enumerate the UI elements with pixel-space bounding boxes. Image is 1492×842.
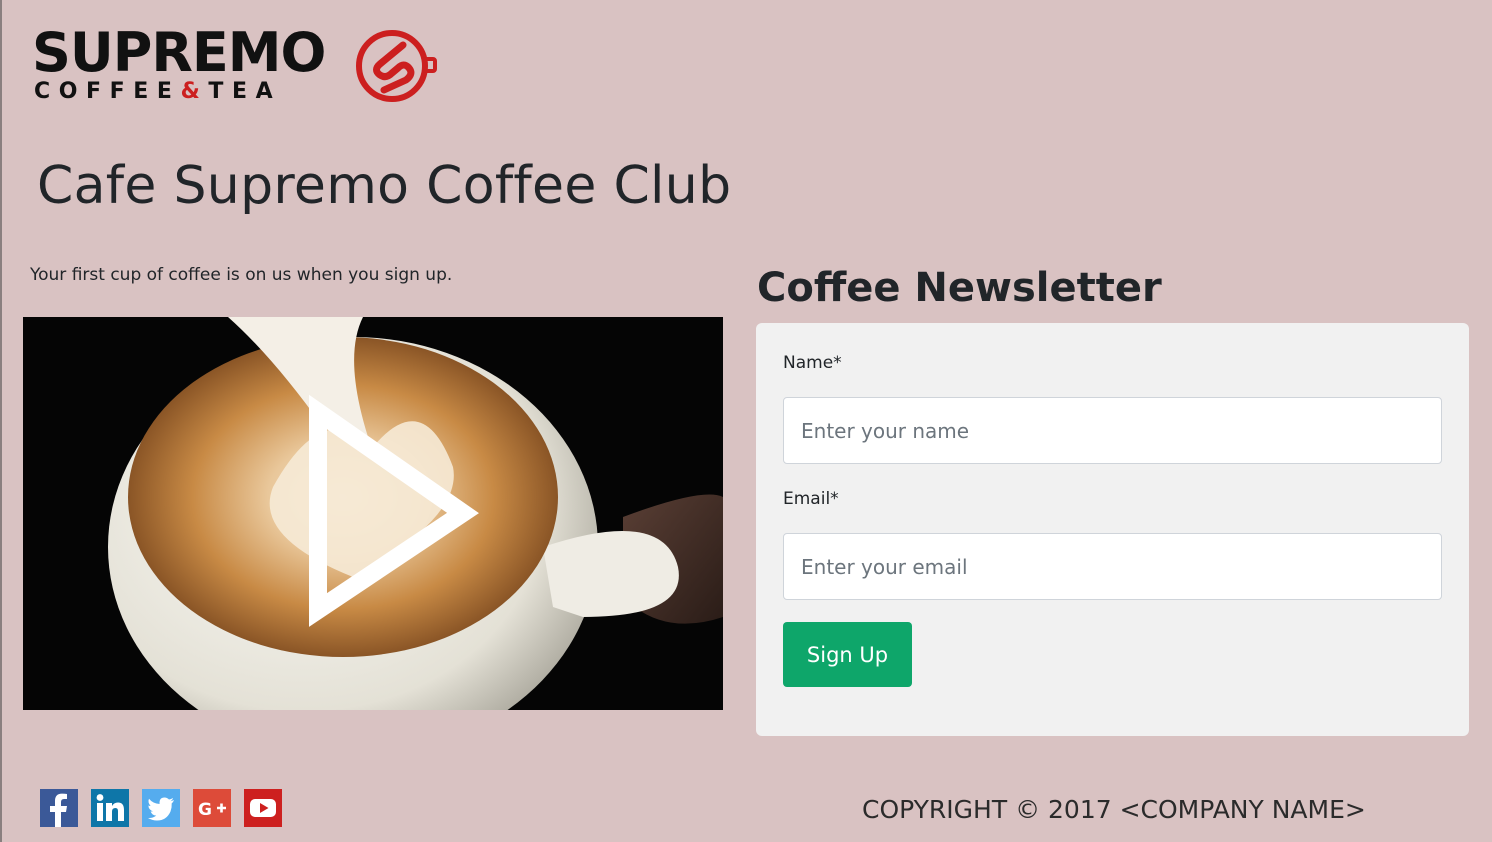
- brand-logo[interactable]: SUPREMO COFFEE&TEA: [32, 26, 442, 106]
- logo-subtitle-right: TEA: [208, 79, 282, 104]
- video-thumbnail: [23, 317, 723, 710]
- newsletter-form: Name* Email* Sign Up: [756, 323, 1469, 736]
- logo-subtitle: COFFEE&TEA: [34, 80, 281, 104]
- sign-up-button[interactable]: Sign Up: [783, 622, 912, 687]
- email-input[interactable]: [783, 533, 1442, 600]
- tagline: Your first cup of coffee is on us when y…: [30, 265, 453, 285]
- linkedin-link[interactable]: [91, 789, 129, 827]
- email-label: Email*: [783, 489, 839, 509]
- youtube-link[interactable]: [244, 789, 282, 827]
- facebook-link[interactable]: [40, 789, 78, 827]
- facebook-icon: [40, 789, 78, 827]
- page-title: Cafe Supremo Coffee Club: [37, 156, 732, 216]
- copyright-text: COPYRIGHT © 2017 <COMPANY NAME>: [862, 795, 1366, 824]
- coffee-cup-logo-icon: [356, 30, 437, 102]
- newsletter-title: Coffee Newsletter: [757, 265, 1162, 311]
- logo-subtitle-left: COFFEE: [34, 79, 181, 104]
- twitter-icon: [142, 789, 180, 827]
- twitter-link[interactable]: [142, 789, 180, 827]
- youtube-icon: [244, 789, 282, 827]
- linkedin-icon: [91, 789, 129, 827]
- social-links: G: [40, 789, 295, 827]
- svg-text:G: G: [198, 800, 212, 820]
- logo-wordmark: SUPREMO: [32, 21, 326, 84]
- google-plus-link[interactable]: G: [193, 789, 231, 827]
- google-plus-icon: G: [193, 789, 231, 827]
- name-input[interactable]: [783, 397, 1442, 464]
- video-player[interactable]: [23, 317, 723, 710]
- logo-subtitle-amp: &: [180, 79, 209, 104]
- name-label: Name*: [783, 353, 842, 373]
